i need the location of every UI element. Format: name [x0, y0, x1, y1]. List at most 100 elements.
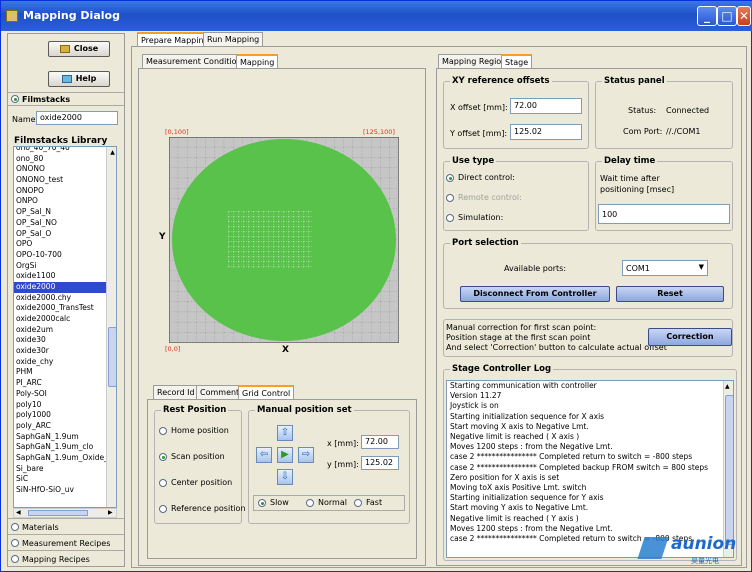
library-item[interactable]: OrgSi — [14, 261, 106, 272]
scroll-up-icon[interactable]: ▲ — [108, 149, 116, 158]
speed-label: Fast — [366, 498, 383, 507]
library-item[interactable]: Poly-SOI — [14, 389, 106, 400]
library-item[interactable]: SaphGaN_1.9um_Oxide_c — [14, 453, 112, 464]
manual-x-input[interactable]: 72.00 — [361, 435, 399, 449]
y-offset-input[interactable]: 125.02 — [510, 124, 582, 140]
library-item[interactable]: ONONO — [14, 164, 106, 175]
materials-radio[interactable] — [11, 523, 19, 531]
speed-radio[interactable] — [258, 499, 266, 507]
library-scrollbar[interactable]: ▲ — [106, 147, 116, 507]
tab-prepare-mapping[interactable]: Prepare Mapping — [137, 32, 213, 46]
help-button[interactable]: Help — [48, 71, 110, 87]
library-item[interactable]: OP_Sal_O — [14, 229, 106, 240]
library-item[interactable]: SaphGaN_1.9um — [14, 432, 106, 443]
correction-button[interactable]: Correction — [648, 328, 732, 346]
library-item[interactable]: SiC — [14, 474, 106, 485]
delay-input[interactable]: 100 — [598, 204, 730, 224]
library-item[interactable]: poly1000 — [14, 410, 106, 421]
log-line: Moves 1200 steps : from the Negative Lmt… — [450, 442, 613, 452]
library-item[interactable]: ONOPO — [14, 186, 106, 197]
move-right-icon[interactable]: ⇨ — [298, 447, 314, 463]
library-hscrollbar[interactable]: ◀ ▶ — [13, 508, 117, 518]
move-down-icon[interactable]: ⇩ — [277, 469, 293, 485]
log-line: Start moving X axis to Negative Lmt. — [450, 421, 589, 431]
close-window-button[interactable]: ✕ — [737, 6, 751, 26]
move-up-icon[interactable]: ⇧ — [277, 425, 293, 441]
rest-position-radio[interactable] — [159, 479, 167, 487]
library-item[interactable]: poly_ARC — [14, 421, 106, 432]
move-left-icon[interactable]: ⇦ — [256, 447, 272, 463]
rest-position-radio[interactable] — [159, 505, 167, 513]
filmstacks-radio[interactable] — [11, 95, 19, 103]
library-item[interactable]: ono_40_70_40 — [14, 147, 106, 154]
library-item[interactable]: oxide2000_TransTest — [14, 303, 106, 314]
filmstacks-section-header[interactable]: Filmstacks — [8, 92, 124, 106]
scroll-thumb[interactable] — [108, 327, 116, 387]
tab-comment[interactable]: Comment — [196, 385, 244, 399]
library-item[interactable]: ono_80 — [14, 154, 106, 165]
x-offset-input[interactable]: 72.00 — [510, 98, 582, 114]
tab-stage[interactable]: Stage — [501, 54, 533, 68]
tab-mapping-region[interactable]: Mapping Region — [438, 54, 511, 68]
library-item[interactable]: OP_Sal_NO — [14, 218, 106, 229]
library-item[interactable]: PI_ARC — [14, 378, 106, 389]
tab-mapping[interactable]: Mapping — [236, 54, 279, 68]
filmstacks-library-list[interactable]: ono_40_70_40 ono_80 ONONO ONONO_test ONOPO ON… — [13, 146, 117, 508]
port-select[interactable]: COM1 ▼ — [622, 260, 708, 276]
reset-button[interactable]: Reset — [616, 286, 724, 302]
library-item[interactable]: SaphGaN_1.9um_clo — [14, 442, 106, 453]
speed-radio[interactable] — [354, 499, 362, 507]
library-item[interactable]: OP_Sal_N — [14, 207, 106, 218]
library-item[interactable]: oxide1100 — [14, 271, 106, 282]
library-item[interactable]: oxide2000.chy — [14, 293, 106, 304]
library-item[interactable]: OPO-10-700 — [14, 250, 106, 261]
log-line: Version 11.27 — [450, 391, 502, 401]
mapping-recipes-section[interactable]: Mapping Recipes — [8, 550, 124, 566]
tab-measurement-conditions[interactable]: Measurement Conditions — [142, 54, 250, 68]
measurement-recipes-radio[interactable] — [11, 539, 19, 547]
minimize-button[interactable]: _ — [697, 6, 717, 26]
use-type-radio[interactable] — [446, 174, 454, 182]
library-item[interactable]: SiN-HfO-SiO_uv — [14, 485, 106, 496]
go-play-icon[interactable]: ▶ — [277, 447, 293, 463]
wafer-map[interactable] — [169, 137, 399, 343]
mapping-recipes-radio[interactable] — [11, 555, 19, 563]
disconnect-button[interactable]: Disconnect From Controller — [460, 286, 610, 302]
use-type-radio[interactable] — [446, 194, 454, 202]
log-scroll-thumb[interactable] — [725, 395, 733, 545]
stage-tab-panel: XY reference offsets X offset [mm]: 72.0… — [436, 68, 742, 566]
scroll-left-icon[interactable]: ◀ — [16, 509, 21, 516]
manual-y-input[interactable]: 125.02 — [361, 456, 399, 470]
library-item[interactable]: poly10 — [14, 400, 106, 411]
mapping-dialog-window: Mapping Dialog _ □ ✕ Close Help Filmstac… — [0, 0, 752, 572]
library-item[interactable]: oxide30r — [14, 346, 106, 357]
scroll-right-icon[interactable]: ▶ — [108, 509, 113, 516]
log-scrollbar[interactable]: ▲ — [723, 381, 733, 557]
name-input[interactable]: oxide2000 — [36, 111, 118, 125]
library-item[interactable]: PHM — [14, 367, 106, 378]
use-type-radio[interactable] — [446, 214, 454, 222]
tab-record-id[interactable]: Record Id — [153, 385, 199, 399]
library-item[interactable]: OPO — [14, 239, 106, 250]
library-item[interactable]: oxide2000 — [14, 281, 106, 293]
library-item[interactable]: oxide2000calc — [14, 314, 106, 325]
speed-radio[interactable] — [306, 499, 314, 507]
tab-run-mapping[interactable]: Run Mapping — [203, 32, 264, 46]
rest-position-radio[interactable] — [159, 427, 167, 435]
scroll-up-icon[interactable]: ▲ — [725, 383, 730, 390]
library-item[interactable]: ONONO_test — [14, 175, 106, 186]
maximize-button[interactable]: □ — [717, 6, 737, 26]
library-item[interactable]: oxide_chy — [14, 357, 106, 368]
hscroll-thumb[interactable] — [28, 510, 88, 516]
library-item[interactable]: ONPO — [14, 196, 106, 207]
library-item[interactable]: Si_bare — [14, 464, 106, 475]
measurement-recipes-section[interactable]: Measurement Recipes — [8, 534, 124, 550]
tab-grid-control[interactable]: Grid Control — [238, 385, 295, 399]
rest-position-radio[interactable] — [159, 453, 167, 461]
library-item[interactable]: oxide2um — [14, 325, 106, 336]
close-button[interactable]: Close — [48, 41, 110, 57]
library-item[interactable]: oxide30 — [14, 335, 106, 346]
log-line: Negative limit is reached ( Y axis ) — [450, 513, 579, 523]
log-textarea[interactable]: Starting communication with controller Ve… — [446, 380, 734, 558]
materials-section[interactable]: Materials — [8, 518, 124, 534]
